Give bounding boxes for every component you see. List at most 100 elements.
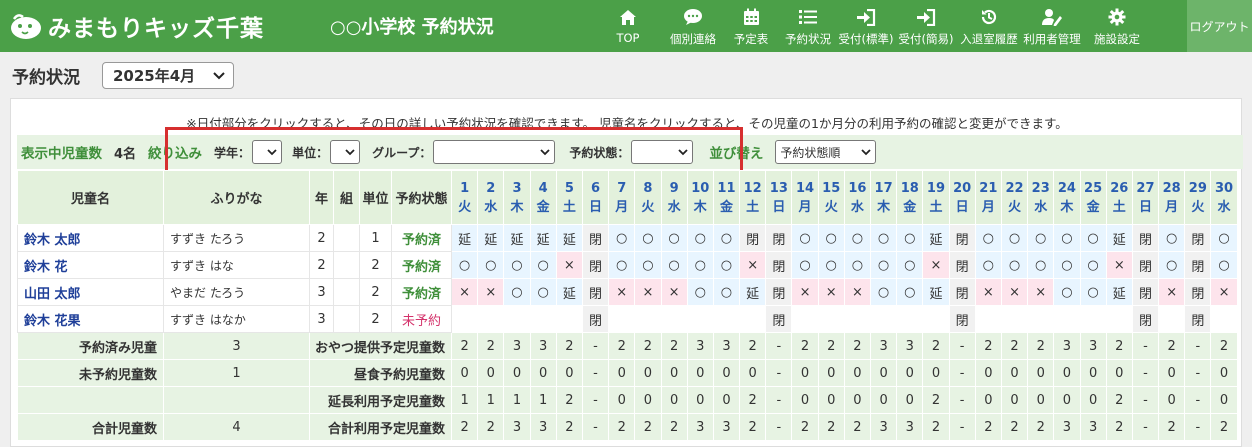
- day-cell[interactable]: [712, 305, 741, 333]
- day-cell[interactable]: 閉: [765, 224, 793, 252]
- day-cell[interactable]: [608, 305, 636, 333]
- day-cell[interactable]: ○: [1053, 278, 1081, 306]
- day-cell[interactable]: ○: [843, 224, 872, 252]
- day-header[interactable]: 12 土: [739, 170, 767, 225]
- day-cell[interactable]: 閉: [765, 278, 793, 306]
- day-cell[interactable]: ○: [1210, 251, 1238, 279]
- day-cell[interactable]: ○: [477, 251, 505, 279]
- day-cell[interactable]: [843, 305, 872, 333]
- day-cell[interactable]: [660, 305, 688, 333]
- day-cell[interactable]: ×: [477, 278, 505, 306]
- day-cell[interactable]: ×: [608, 278, 636, 306]
- day-header[interactable]: 29 火: [1184, 170, 1212, 225]
- nav-facility-settings[interactable]: 施設設定: [1091, 0, 1143, 52]
- sort-select[interactable]: 予約状態順: [775, 140, 877, 164]
- day-cell[interactable]: ○: [503, 251, 531, 279]
- day-cell[interactable]: [1000, 305, 1029, 333]
- day-header[interactable]: 7月: [608, 170, 636, 225]
- day-header[interactable]: 16 水: [843, 170, 872, 225]
- day-cell[interactable]: ×: [739, 251, 767, 279]
- day-header[interactable]: 20 日: [948, 170, 976, 225]
- day-cell[interactable]: 延: [503, 224, 531, 252]
- child-name-link[interactable]: 鈴木 花果: [17, 305, 164, 333]
- day-header[interactable]: 21 月: [974, 170, 1002, 225]
- day-cell[interactable]: 閉: [1184, 278, 1212, 306]
- nav-individual-contact[interactable]: 個別連絡: [665, 0, 721, 52]
- day-cell[interactable]: ○: [450, 251, 479, 279]
- day-cell[interactable]: ○: [869, 251, 898, 279]
- day-cell[interactable]: ×: [1027, 278, 1055, 306]
- day-header[interactable]: 3木: [503, 170, 531, 225]
- day-cell[interactable]: 閉: [948, 305, 976, 333]
- day-cell[interactable]: [896, 305, 924, 333]
- day-cell[interactable]: ×: [1158, 278, 1186, 306]
- nav-schedule[interactable]: 予定表: [729, 0, 773, 52]
- day-cell[interactable]: ○: [686, 224, 714, 252]
- day-cell[interactable]: [1105, 305, 1133, 333]
- day-cell[interactable]: 閉: [765, 305, 793, 333]
- day-cell[interactable]: ○: [660, 251, 688, 279]
- day-cell[interactable]: ○: [608, 224, 636, 252]
- day-cell[interactable]: ○: [1210, 224, 1238, 252]
- day-cell[interactable]: 閉: [948, 278, 976, 306]
- child-name-link[interactable]: 鈴木 太郎: [17, 224, 164, 252]
- day-cell[interactable]: [817, 305, 845, 333]
- day-cell[interactable]: [1210, 305, 1238, 333]
- day-header[interactable]: 8火: [634, 170, 662, 225]
- day-cell[interactable]: ○: [1053, 251, 1081, 279]
- day-cell[interactable]: 閉: [948, 224, 976, 252]
- day-cell[interactable]: ○: [1079, 251, 1107, 279]
- day-cell[interactable]: ○: [1000, 251, 1029, 279]
- day-header[interactable]: 15 火: [817, 170, 845, 225]
- day-cell[interactable]: ○: [529, 278, 557, 306]
- day-cell[interactable]: 延: [555, 224, 583, 252]
- day-cell[interactable]: 延: [1105, 224, 1133, 252]
- day-cell[interactable]: ○: [1000, 224, 1029, 252]
- day-header[interactable]: 1火: [450, 170, 479, 225]
- day-cell[interactable]: ○: [817, 224, 845, 252]
- day-cell[interactable]: 閉: [1131, 278, 1160, 306]
- day-cell[interactable]: [974, 305, 1002, 333]
- day-header[interactable]: 23 水: [1027, 170, 1055, 225]
- day-cell[interactable]: 延: [922, 224, 950, 252]
- day-cell[interactable]: 延: [739, 278, 767, 306]
- day-cell[interactable]: ○: [1158, 224, 1186, 252]
- month-select[interactable]: 2025年4月: [102, 61, 234, 89]
- day-cell[interactable]: [477, 305, 505, 333]
- day-cell[interactable]: ○: [843, 251, 872, 279]
- day-cell[interactable]: 閉: [765, 251, 793, 279]
- day-cell[interactable]: [1027, 305, 1055, 333]
- nav-user-management[interactable]: 利用者管理: [1021, 0, 1083, 52]
- day-header[interactable]: 25 金: [1079, 170, 1107, 225]
- day-cell[interactable]: ○: [712, 251, 741, 279]
- day-cell[interactable]: ○: [1053, 224, 1081, 252]
- day-cell[interactable]: ○: [791, 251, 819, 279]
- day-cell[interactable]: 閉: [581, 224, 610, 252]
- day-cell[interactable]: 閉: [1184, 251, 1212, 279]
- day-cell[interactable]: 閉: [1184, 224, 1212, 252]
- day-cell[interactable]: [634, 305, 662, 333]
- day-cell[interactable]: ○: [503, 278, 531, 306]
- day-header[interactable]: 2水: [477, 170, 505, 225]
- day-cell[interactable]: [450, 305, 479, 333]
- day-cell[interactable]: ○: [660, 224, 688, 252]
- day-cell[interactable]: ○: [974, 251, 1002, 279]
- nav-reception-simple[interactable]: 受付(簡易): [897, 0, 955, 52]
- day-cell[interactable]: ○: [1079, 224, 1107, 252]
- day-cell[interactable]: ○: [529, 251, 557, 279]
- day-cell[interactable]: ○: [1027, 251, 1055, 279]
- day-header[interactable]: 14 月: [791, 170, 819, 225]
- day-cell[interactable]: ×: [555, 251, 583, 279]
- child-name-link[interactable]: 鈴木 花: [17, 251, 164, 279]
- day-cell[interactable]: ○: [634, 224, 662, 252]
- day-cell[interactable]: [1158, 305, 1186, 333]
- day-header[interactable]: 22 火: [1000, 170, 1029, 225]
- day-cell[interactable]: 閉: [581, 251, 610, 279]
- day-cell[interactable]: ○: [869, 224, 898, 252]
- day-cell[interactable]: 閉: [1184, 305, 1212, 333]
- day-cell[interactable]: 延: [529, 224, 557, 252]
- day-header[interactable]: 4金: [529, 170, 557, 225]
- day-cell[interactable]: [555, 305, 583, 333]
- day-header[interactable]: 9水: [660, 170, 688, 225]
- day-cell[interactable]: ○: [869, 278, 898, 306]
